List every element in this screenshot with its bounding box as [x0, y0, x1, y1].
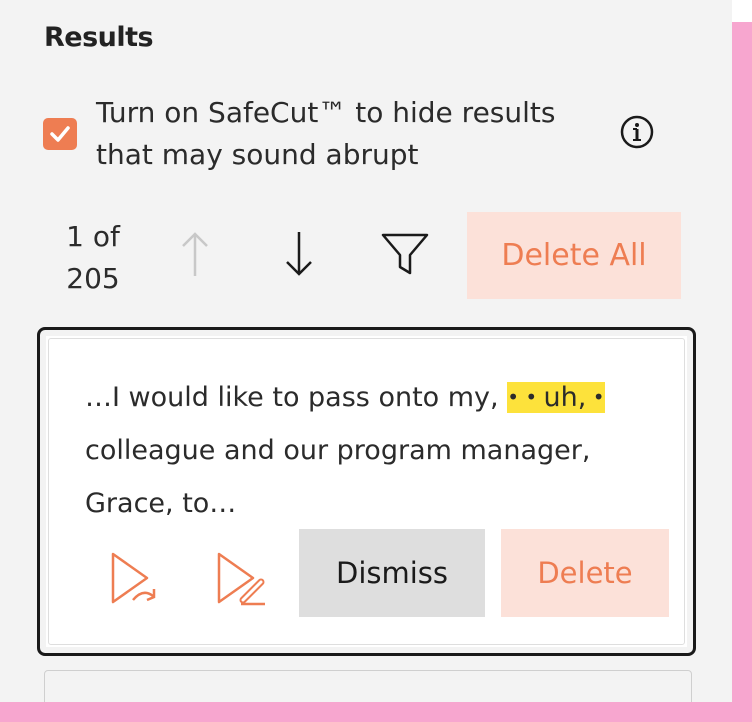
arrow-up-icon	[182, 232, 208, 276]
safecut-label: Turn on SafeCut™ to hide results that ma…	[96, 96, 556, 171]
play-skip-icon	[111, 552, 156, 604]
results-panel: Results Turn on SafeCut™ to hide results…	[0, 0, 732, 702]
dismiss-button[interactable]: Dismiss	[299, 529, 485, 617]
filter-icon	[381, 233, 429, 275]
info-icon[interactable]	[620, 115, 654, 149]
previous-result-button[interactable]	[170, 226, 220, 282]
result-counter: 1 of 205	[48, 216, 138, 300]
filler-word: uh,	[543, 382, 587, 413]
safecut-checkbox[interactable]	[43, 118, 77, 150]
snippet-text-before: …I would like to pass onto my,	[85, 382, 508, 413]
play-skip-button[interactable]	[96, 539, 176, 617]
delete-all-button[interactable]: Delete All	[467, 212, 681, 299]
play-edit-button[interactable]	[202, 539, 282, 617]
counter-total: 205	[66, 262, 120, 295]
snippet-line-3: Grace, to…	[85, 488, 237, 519]
results-title: Results	[44, 22, 154, 53]
play-edit-icon	[217, 552, 265, 606]
check-icon	[50, 126, 70, 142]
filler-dot-right: •	[586, 385, 605, 409]
counter-position: 1 of	[66, 220, 120, 253]
filler-dot-left: • •	[507, 385, 544, 409]
filter-button[interactable]	[376, 228, 434, 280]
result-card[interactable]: …I would like to pass onto my, • • uh, •…	[37, 327, 696, 656]
next-result-button[interactable]	[274, 226, 324, 282]
next-result-card[interactable]	[44, 670, 692, 702]
filler-highlight[interactable]: • • uh, •	[507, 382, 605, 413]
frame-edge	[732, 0, 752, 22]
result-card-body: …I would like to pass onto my, • • uh, •…	[48, 338, 685, 645]
delete-button[interactable]: Delete	[501, 529, 669, 617]
arrow-down-icon	[286, 232, 312, 276]
snippet-line-2: colleague and our program manager,	[85, 435, 591, 466]
result-snippet: …I would like to pass onto my, • • uh, •…	[85, 371, 675, 530]
